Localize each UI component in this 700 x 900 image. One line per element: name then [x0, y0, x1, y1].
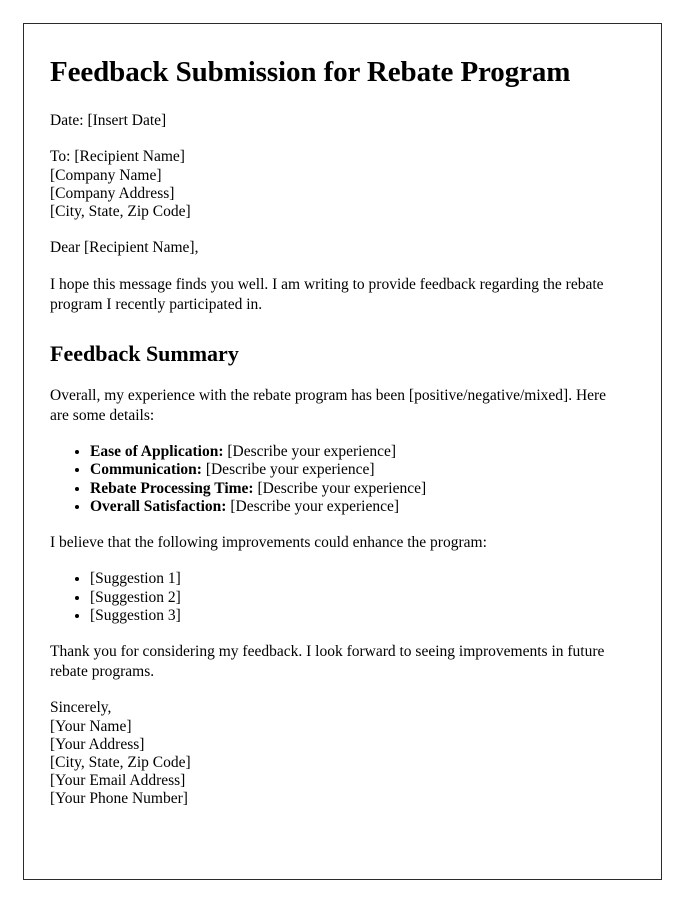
list-item: Ease of Application: [Describe your expe…: [90, 443, 635, 461]
recipient-line: [Company Name]: [50, 166, 162, 184]
list-item-value: [Describe your experience]: [205, 461, 375, 479]
page-title: Feedback Submission for Rebate Program: [50, 56, 571, 88]
closing-paragraph: Thank you for considering my feedback. I…: [50, 643, 605, 681]
recipient-address-block: To: [Recipient Name] [Company Name] [Com…: [50, 148, 635, 221]
list-item-label: Ease of Application:: [90, 443, 224, 461]
recipient-line: [Company Address]: [50, 184, 175, 202]
list-item-value: [Describe your experience]: [230, 497, 400, 515]
list-item: [Suggestion 3]: [90, 607, 635, 625]
list-item-label: Rebate Processing Time:: [90, 479, 254, 497]
date-line: Date: [Insert Date]: [50, 112, 167, 130]
section-heading-feedback-summary: Feedback Summary: [50, 341, 239, 367]
list-item: Communication: [Describe your experience…: [90, 461, 635, 479]
summary-paragraph: Overall, my experience with the rebate p…: [50, 386, 607, 424]
list-item: Rebate Processing Time: [Describe your e…: [90, 480, 635, 498]
signature-line: [Your Phone Number]: [50, 790, 188, 808]
salutation: Dear [Recipient Name],: [50, 238, 199, 256]
list-item: [Suggestion 2]: [90, 589, 635, 607]
feedback-detail-list: Ease of Application: [Describe your expe…: [50, 443, 635, 516]
signature-line: [City, State, Zip Code]: [50, 753, 191, 771]
document-page-frame: Feedback Submission for Rebate Program D…: [23, 23, 662, 880]
recipient-line: To: [Recipient Name]: [50, 148, 185, 166]
signature-line: [Your Name]: [50, 717, 132, 735]
suggestions-list: [Suggestion 1] [Suggestion 2] [Suggestio…: [50, 570, 635, 625]
signature-line: Sincerely,: [50, 699, 112, 717]
list-item-value: [Describe your experience]: [257, 479, 427, 497]
signature-line: [Your Email Address]: [50, 771, 186, 789]
signature-line: [Your Address]: [50, 735, 145, 753]
list-item-label: Communication:: [90, 461, 202, 479]
recipient-line: [City, State, Zip Code]: [50, 202, 191, 220]
list-item: [Suggestion 1]: [90, 570, 635, 588]
improvements-intro-paragraph: I believe that the following improvement…: [50, 534, 487, 552]
intro-paragraph: I hope this message finds you well. I am…: [50, 276, 604, 314]
list-item: Overall Satisfaction: [Describe your exp…: [90, 498, 635, 516]
list-item-label: Overall Satisfaction:: [90, 497, 227, 515]
signature-block: Sincerely, [Your Name] [Your Address] [C…: [50, 699, 635, 808]
list-item-value: [Describe your experience]: [227, 443, 397, 461]
document-body: Feedback Submission for Rebate Program D…: [24, 24, 661, 808]
